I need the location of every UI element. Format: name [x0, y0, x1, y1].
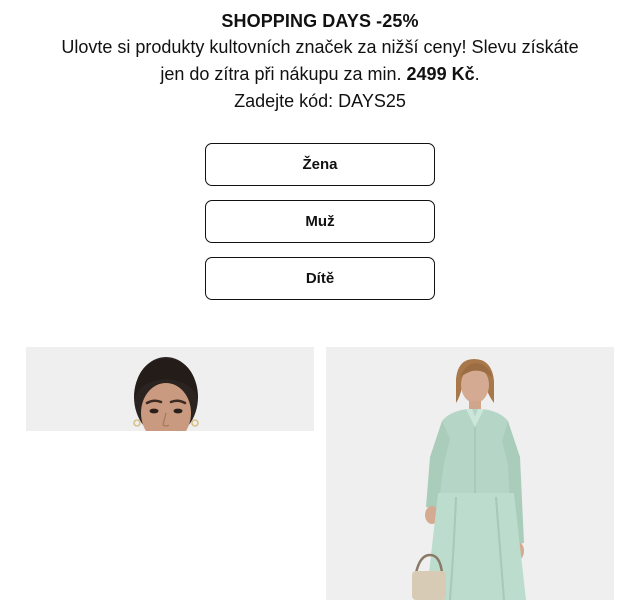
women-button[interactable]: Žena — [205, 143, 435, 186]
product-tile-right[interactable] — [326, 347, 614, 600]
email-page: SHOPPING DAYS -25% Ulovte si produkty ku… — [0, 0, 640, 600]
promo-code: Zadejte kód: DAYS25 — [234, 91, 406, 111]
promo-line-1: Ulovte si produkty kultovních značek za … — [61, 37, 579, 57]
kids-button[interactable]: Dítě — [205, 257, 435, 300]
promo-title: SHOPPING DAYS -25% — [221, 11, 419, 31]
promo-description: Ulovte si produkty kultovních značek za … — [20, 34, 620, 88]
promo-min-amount: 2499 Kč — [406, 64, 475, 84]
category-buttons: Žena Muž Dítě — [205, 143, 435, 314]
woman-portrait-photo — [133, 357, 199, 431]
promo-banner: SHOPPING DAYS -25% Ulovte si produkty ku… — [0, 8, 640, 115]
woman-mint-outfit-photo — [412, 359, 526, 600]
promo-line-2-suffix: . — [474, 64, 480, 84]
men-button[interactable]: Muž — [205, 200, 435, 243]
promo-line-2-prefix: jen do zítra při nákupu za min. — [160, 64, 407, 84]
product-tile-left[interactable] — [26, 347, 314, 431]
